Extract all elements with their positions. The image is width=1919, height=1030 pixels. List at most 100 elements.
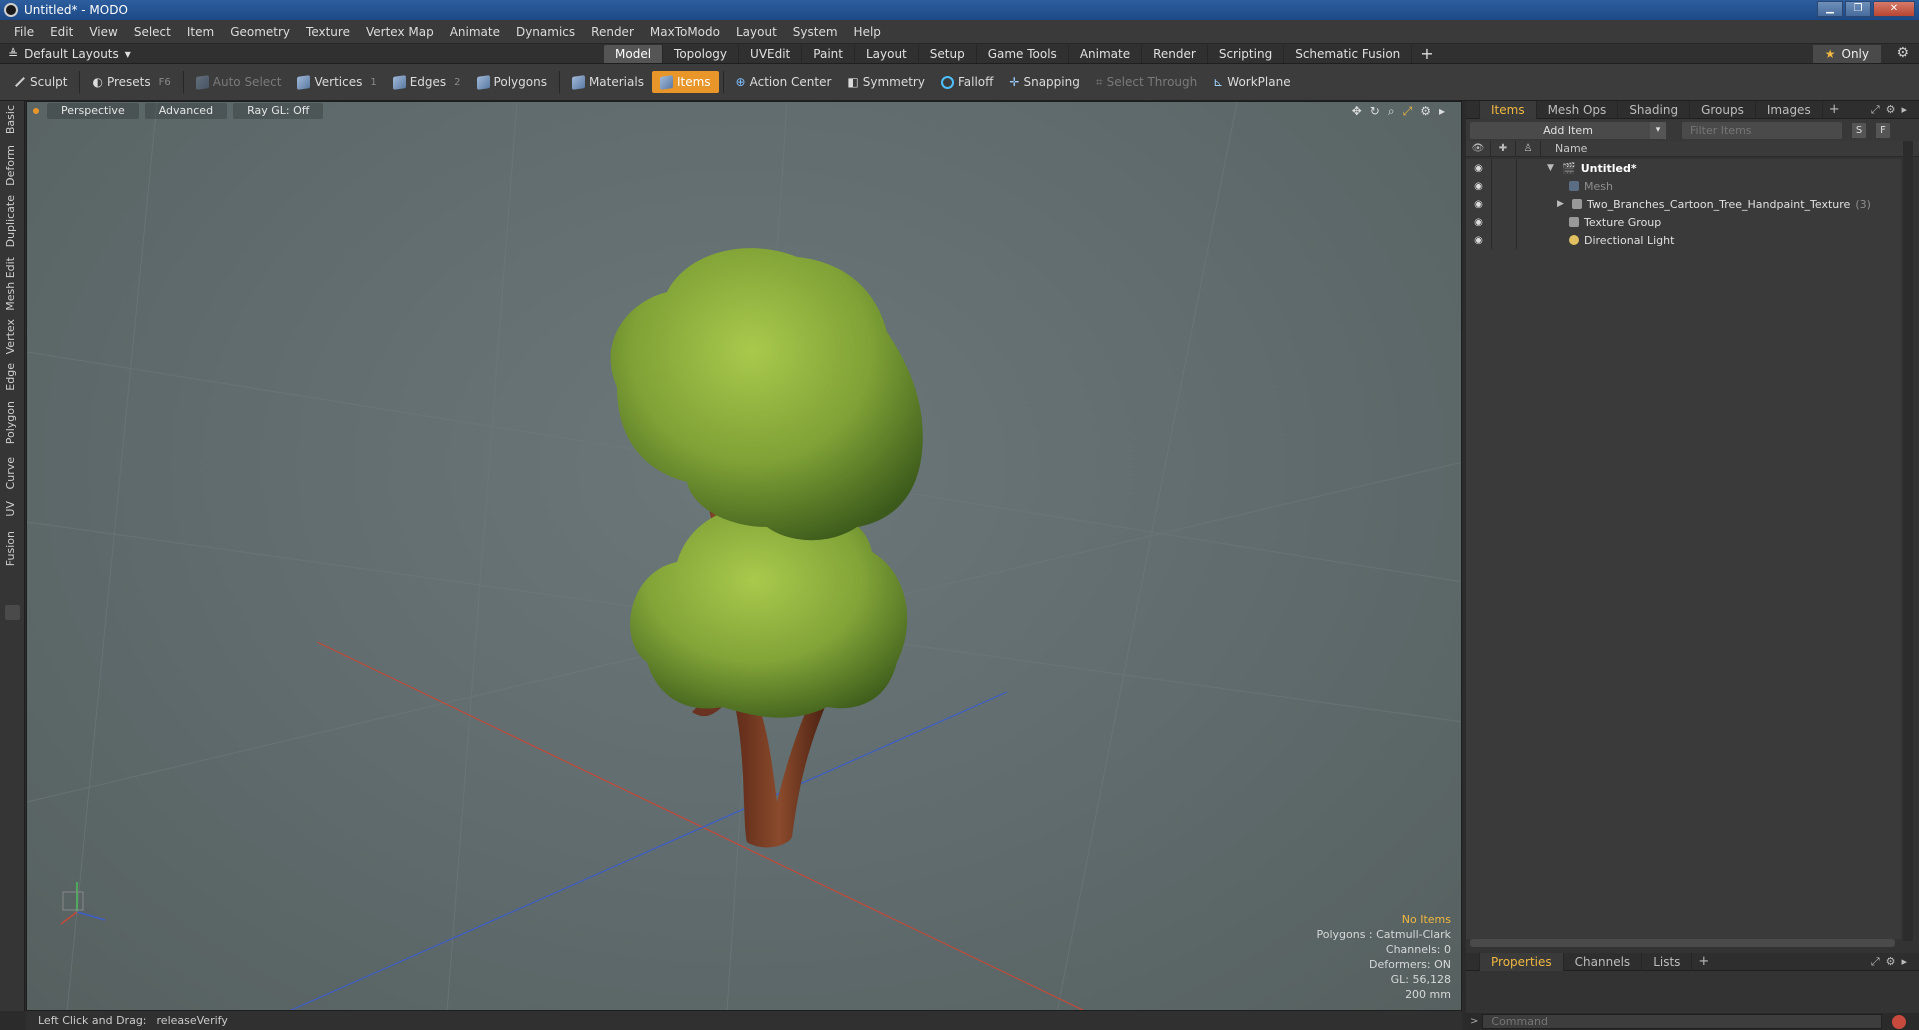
rotate-icon[interactable]: ↻ [1370,104,1380,119]
left-tab-fusion[interactable]: Fusion [4,531,20,566]
left-tab-duplicate[interactable]: Duplicate [4,195,20,247]
tab-render[interactable]: Render [1142,45,1208,63]
pan-icon[interactable]: ✥ [1352,104,1362,119]
workplane-button[interactable]: ⊾ WorkPlane [1205,71,1298,93]
tab-paint[interactable]: Paint [802,45,855,63]
eye-icon[interactable]: ◉ [1466,181,1491,192]
name-column-header[interactable]: Name [1541,142,1587,155]
layout-selector[interactable]: ≜ Default Layouts ▾ [8,47,131,61]
menu-render[interactable]: Render [583,25,642,39]
chevron-right-icon[interactable]: > [1470,1016,1478,1027]
viewport-settings-icon[interactable]: ⚙ [1420,104,1431,119]
items-button[interactable]: Items [651,71,719,93]
tab-layout[interactable]: Layout [855,45,919,63]
tab-topology[interactable]: Topology [663,45,740,63]
viewport-expand-icon[interactable]: ▸ [1439,104,1445,119]
lock-column-icon[interactable]: ✚ [1491,140,1516,157]
eye-icon[interactable]: ◉ [1466,217,1491,228]
add-props-tab-icon[interactable]: + [1698,954,1709,969]
falloff-button[interactable]: Falloff [933,71,1001,93]
tab-images[interactable]: Images [1756,100,1823,119]
tab-shading[interactable]: Shading [1618,100,1691,119]
menu-layout[interactable]: Layout [728,25,785,39]
left-tab-basic[interactable]: Basic [4,105,20,134]
sculpt-button[interactable]: Sculpt [6,71,75,93]
menu-select[interactable]: Select [126,25,179,39]
add-item-button[interactable]: Add Item ▾ [1470,121,1666,139]
menu-maxtomodo[interactable]: MaxToModo [642,25,728,39]
tab-model[interactable]: Model [604,45,664,63]
menu-item[interactable]: Item [179,25,222,39]
tab-setup[interactable]: Setup [919,45,977,63]
tree-row-tree-mesh[interactable]: ◉ ▶ Two_Branches_Cartoon_Tree_Handpaint_… [1466,195,1901,213]
props-controls-icon[interactable]: ⤢⚙▸ [1871,955,1913,969]
only-button[interactable]: ★ Only [1812,45,1881,63]
raygl-button[interactable]: Ray GL: Off [233,103,324,119]
tree-row-untitled[interactable]: ◉ ▼ 🎬 Untitled* [1466,159,1901,177]
action-center-button[interactable]: ⊕ Action Center [728,71,840,93]
chevron-down-icon[interactable]: ▾ [1650,121,1666,139]
zoom-icon[interactable]: ⌕ [1388,104,1395,119]
command-input[interactable] [1482,1014,1883,1029]
materials-button[interactable]: Materials [564,71,652,93]
tree-horizontal-scrollbar[interactable] [1470,939,1895,947]
tree-row-directional-light[interactable]: ◉ Directional Light [1466,231,1901,249]
menu-animate[interactable]: Animate [442,25,508,39]
auto-select-button[interactable]: Auto Select [188,71,290,93]
maximize-icon[interactable]: ❐ [1845,1,1871,17]
left-tab-vertex[interactable]: Vertex [4,319,20,354]
left-tab-deform[interactable]: Deform [4,145,20,186]
gear-icon[interactable]: ⚙ [1896,45,1909,61]
viewport-menu-dot-icon[interactable] [33,108,39,114]
add-tab-icon[interactable]: + [1420,45,1433,63]
menu-file[interactable]: File [6,25,42,39]
advanced-shading-button[interactable]: Advanced [144,103,228,119]
tab-groups[interactable]: Groups [1690,100,1756,119]
polygons-button[interactable]: Polygons [469,71,555,93]
menu-dynamics[interactable]: Dynamics [508,25,583,39]
menu-help[interactable]: Help [846,25,889,39]
presets-button[interactable]: ◐ Presets F6 [84,71,178,93]
tab-channels[interactable]: Channels [1564,952,1643,971]
tree-row-mesh[interactable]: ◉ Mesh [1466,177,1901,195]
left-tab-polygon[interactable]: Polygon [4,401,20,444]
eye-icon[interactable]: ◉ [1466,199,1491,210]
menu-geometry[interactable]: Geometry [222,25,298,39]
left-tab-uv[interactable]: UV [4,501,20,517]
render-column-icon[interactable]: ♙ [1516,140,1541,157]
props-menu-dot-icon[interactable] [1466,952,1480,971]
fit-icon[interactable]: ⤢ [1403,104,1413,119]
snapping-button[interactable]: ✛ Snapping [1001,71,1087,93]
tab-scripting[interactable]: Scripting [1208,45,1285,63]
left-tab-edge[interactable]: Edge [4,363,20,391]
menu-system[interactable]: System [785,25,846,39]
add-panel-tab-icon[interactable]: + [1829,102,1840,117]
panel-controls-icon[interactable]: ⤢⚙▸ [1871,103,1913,117]
left-tab-mesh-edit[interactable]: Mesh Edit [4,257,20,311]
minimize-icon[interactable]: ▁ [1817,1,1843,17]
menu-vertex-map[interactable]: Vertex Map [358,25,442,39]
3d-viewport[interactable]: Perspective Advanced Ray GL: Off ✥ ↻ ⌕ ⤢… [26,101,1462,1011]
view-mode-button[interactable]: Perspective [47,103,139,119]
symmetry-button[interactable]: ◧ Symmetry [839,71,933,93]
tree-vertical-scrollbar[interactable] [1903,141,1913,941]
f-button[interactable]: F [1876,122,1890,138]
toolbox-toggle-button[interactable] [5,605,20,620]
eye-icon[interactable]: ◉ [1466,163,1491,174]
select-through-button[interactable]: ⌗ Select Through [1088,71,1205,93]
tab-uvedit[interactable]: UVEdit [739,45,803,63]
edges-button[interactable]: Edges 2 [385,71,469,93]
eye-icon[interactable]: ◉ [1466,235,1491,246]
tab-schematic-fusion[interactable]: Schematic Fusion [1284,45,1413,63]
menu-view[interactable]: View [81,25,125,39]
expand-arrow-icon[interactable]: ▶ [1557,199,1567,209]
tab-game-tools[interactable]: Game Tools [977,45,1069,63]
vertices-button[interactable]: Vertices 1 [289,71,384,93]
record-icon[interactable] [1892,1014,1907,1029]
tab-mesh-ops[interactable]: Mesh Ops [1537,100,1619,119]
tab-lists[interactable]: Lists [1642,952,1693,971]
close-icon[interactable]: ✕ [1873,1,1915,17]
visibility-column-icon[interactable]: 👁 [1466,140,1491,157]
left-tab-curve[interactable]: Curve [4,457,20,489]
tab-properties[interactable]: Properties [1480,952,1564,971]
